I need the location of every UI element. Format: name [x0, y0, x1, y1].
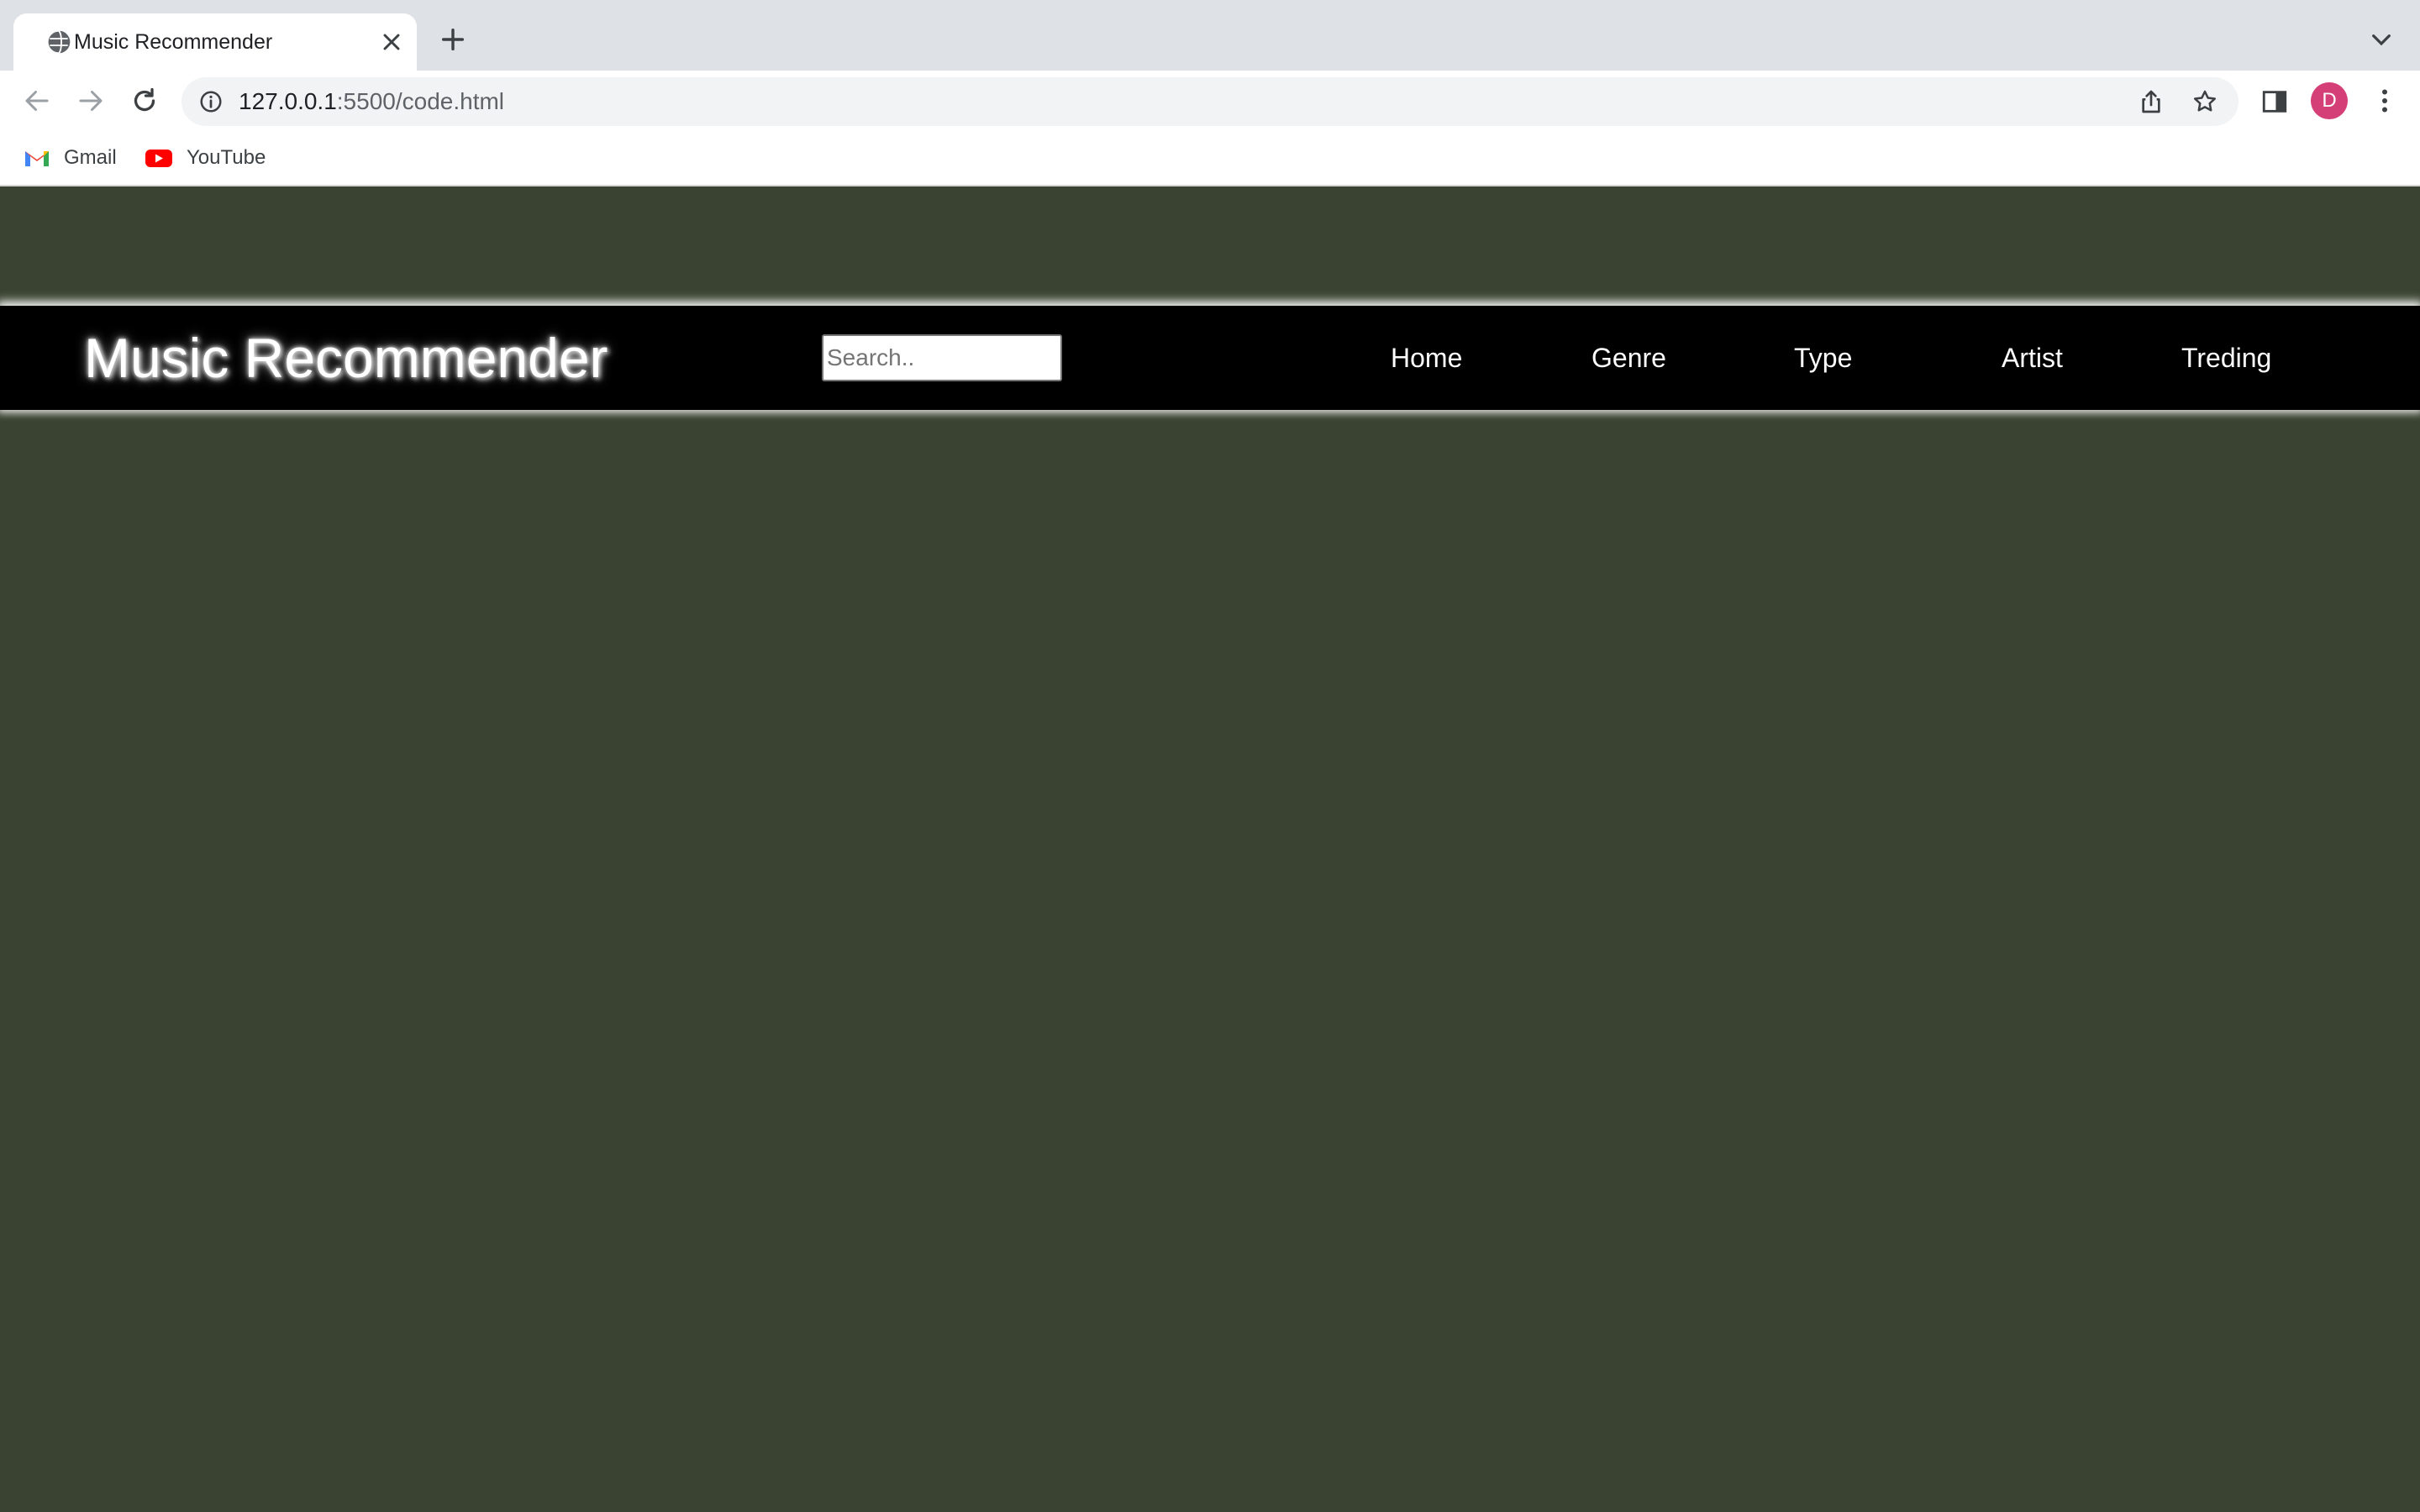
browser-tab[interactable]: Music Recommender — [13, 13, 417, 71]
bookmark-gmail[interactable]: Gmail — [24, 143, 117, 173]
share-icon[interactable] — [2138, 88, 2165, 115]
bookmark-label: Gmail — [64, 146, 117, 169]
url-host: 127.0.0.1 — [239, 88, 337, 114]
chevron-down-icon[interactable] — [2368, 30, 2395, 50]
side-panel-icon[interactable] — [2260, 87, 2289, 116]
site-title: Music Recommender — [84, 327, 608, 389]
url-path: :5500/code.html — [336, 88, 505, 114]
search-input[interactable] — [822, 334, 1062, 381]
info-icon[interactable] — [198, 89, 224, 114]
address-bar[interactable]: 127.0.0.1:5500/code.html — [182, 77, 2238, 126]
bookmarks-bar: Gmail YouTube — [0, 131, 2420, 186]
globe-icon — [46, 29, 71, 55]
close-icon[interactable] — [378, 29, 405, 55]
gmail-icon — [25, 151, 49, 166]
nav-link-artist[interactable]: Artist — [2002, 338, 2063, 378]
nav-link-type[interactable]: Type — [1794, 338, 1852, 378]
tab-strip: Music Recommender — [0, 0, 2420, 71]
forward-arrow-icon[interactable] — [76, 86, 106, 116]
reload-icon[interactable] — [129, 86, 160, 116]
star-icon[interactable] — [2191, 88, 2218, 115]
profile-avatar[interactable]: D — [2311, 82, 2348, 119]
new-tab-icon[interactable] — [439, 25, 467, 54]
url-text[interactable]: 127.0.0.1:5500/code.html — [239, 87, 504, 116]
back-arrow-icon[interactable] — [22, 86, 52, 116]
site-navbar: Music Recommender Home Genre Type Artist… — [0, 306, 2420, 410]
nav-link-genre[interactable]: Genre — [1591, 338, 1666, 378]
page-body: Music Recommender Home Genre Type Artist… — [0, 186, 2420, 1512]
browser-toolbar: 127.0.0.1:5500/code.html D — [0, 71, 2420, 131]
nav-link-trending[interactable]: Treding — [2181, 338, 2271, 378]
nav-link-home[interactable]: Home — [1391, 338, 1462, 378]
more-menu-icon[interactable] — [2370, 86, 2400, 116]
youtube-icon — [145, 150, 172, 167]
bookmark-youtube[interactable]: YouTube — [145, 143, 266, 173]
bookmark-label: YouTube — [187, 146, 266, 169]
tab-title: Music Recommender — [74, 30, 273, 54]
